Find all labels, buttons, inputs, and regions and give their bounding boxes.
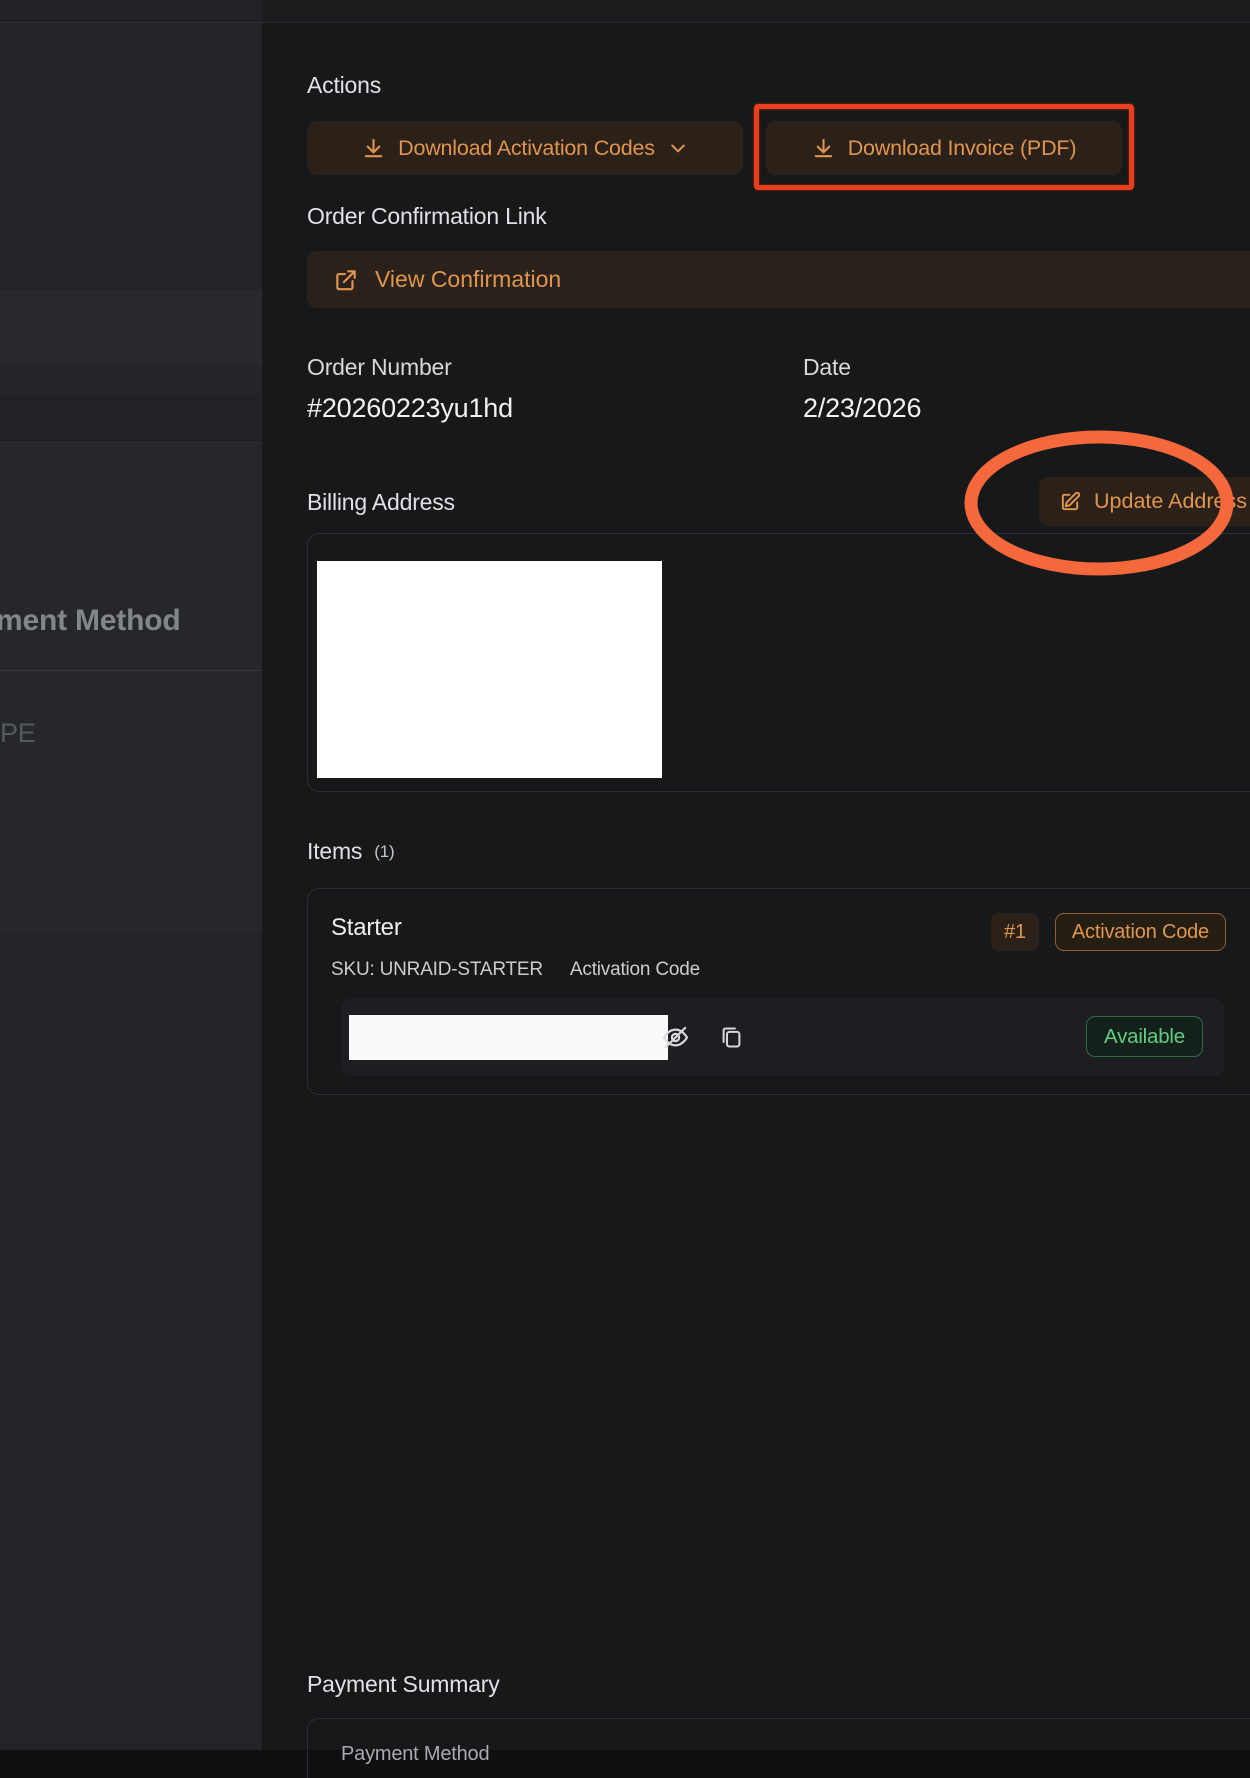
download-invoice-button[interactable]: Download Invoice (PDF) xyxy=(766,121,1122,175)
panel-top-strip xyxy=(262,0,1250,23)
activation-code-redacted xyxy=(349,1015,668,1060)
edit-icon xyxy=(1059,490,1082,513)
item-badges: #1 Activation Code xyxy=(991,913,1226,951)
download-activation-codes-label: Download Activation Codes xyxy=(398,136,655,161)
sidebar-band xyxy=(0,290,262,365)
item-card: Starter #1 Activation Code SKU: UNRAID-S… xyxy=(307,888,1250,1095)
download-icon xyxy=(812,137,835,160)
download-icon xyxy=(362,137,385,160)
actions-button-row: Download Activation Codes Download Invoi… xyxy=(307,121,1122,175)
external-link-icon xyxy=(333,267,359,293)
items-title: Items (1) xyxy=(307,838,394,865)
sidebar-band xyxy=(0,365,262,394)
item-sku-row: SKU: UNRAID-STARTER Activation Code xyxy=(331,959,700,981)
eye-off-icon xyxy=(661,1023,690,1052)
download-activation-codes-button[interactable]: Download Activation Codes xyxy=(307,121,743,175)
background-page: ment Method PE xyxy=(0,0,262,1750)
chevron-down-icon xyxy=(668,138,688,158)
divider xyxy=(0,670,262,671)
order-detail-panel: Actions Download Activation Codes Downlo… xyxy=(262,0,1250,1750)
copy-code-button[interactable] xyxy=(715,1021,747,1053)
view-confirmation-button[interactable]: View Confirmation xyxy=(307,251,1250,308)
payment-summary-card: Payment Method xyxy=(307,1718,1250,1778)
billing-address-card xyxy=(307,533,1250,792)
update-address-label: Update Address xyxy=(1094,489,1247,514)
order-number-label: Order Number xyxy=(307,354,803,381)
activation-code-row: Available xyxy=(341,998,1224,1076)
copy-icon xyxy=(718,1024,745,1051)
order-date-value: 2/23/2026 xyxy=(803,393,921,424)
sidebar-band xyxy=(0,444,262,933)
actions-title: Actions xyxy=(307,72,381,99)
sidebar-band xyxy=(0,933,262,1750)
confirmation-link-title: Order Confirmation Link xyxy=(307,203,547,230)
payment-method-heading-cropped: ment Method xyxy=(0,604,180,638)
item-sku-label: SKU: UNRAID-STARTER xyxy=(331,959,543,981)
items-label: Items xyxy=(307,838,362,864)
item-name: Starter xyxy=(331,914,402,942)
billing-address-redacted xyxy=(317,561,662,778)
order-date-label: Date xyxy=(803,354,921,381)
payment-method-label: Payment Method xyxy=(341,1743,489,1766)
status-badge: Available xyxy=(1086,1016,1203,1057)
item-index-badge: #1 xyxy=(991,913,1039,951)
toggle-code-visibility-button[interactable] xyxy=(659,1021,691,1053)
item-type-badge: Activation Code xyxy=(1055,913,1226,951)
order-date-block: Date 2/23/2026 xyxy=(803,354,921,424)
payment-summary-title: Payment Summary xyxy=(307,1671,500,1698)
update-address-button[interactable]: Update Address xyxy=(1039,477,1250,526)
payment-type-value-cropped: PE xyxy=(0,718,36,749)
items-count: (1) xyxy=(374,842,394,861)
view-confirmation-label: View Confirmation xyxy=(375,266,561,293)
download-invoice-label: Download Invoice (PDF) xyxy=(848,136,1077,161)
order-meta-row: Order Number #20260223yu1hd Date 2/23/20… xyxy=(307,354,921,424)
billing-address-title: Billing Address xyxy=(307,489,455,516)
order-number-value: #20260223yu1hd xyxy=(307,393,803,424)
order-number-block: Order Number #20260223yu1hd xyxy=(307,354,803,424)
sidebar-band xyxy=(0,0,262,23)
billing-header: Billing Address Update Address xyxy=(307,477,1250,526)
item-type-label: Activation Code xyxy=(570,959,700,981)
sidebar-band xyxy=(0,394,262,443)
